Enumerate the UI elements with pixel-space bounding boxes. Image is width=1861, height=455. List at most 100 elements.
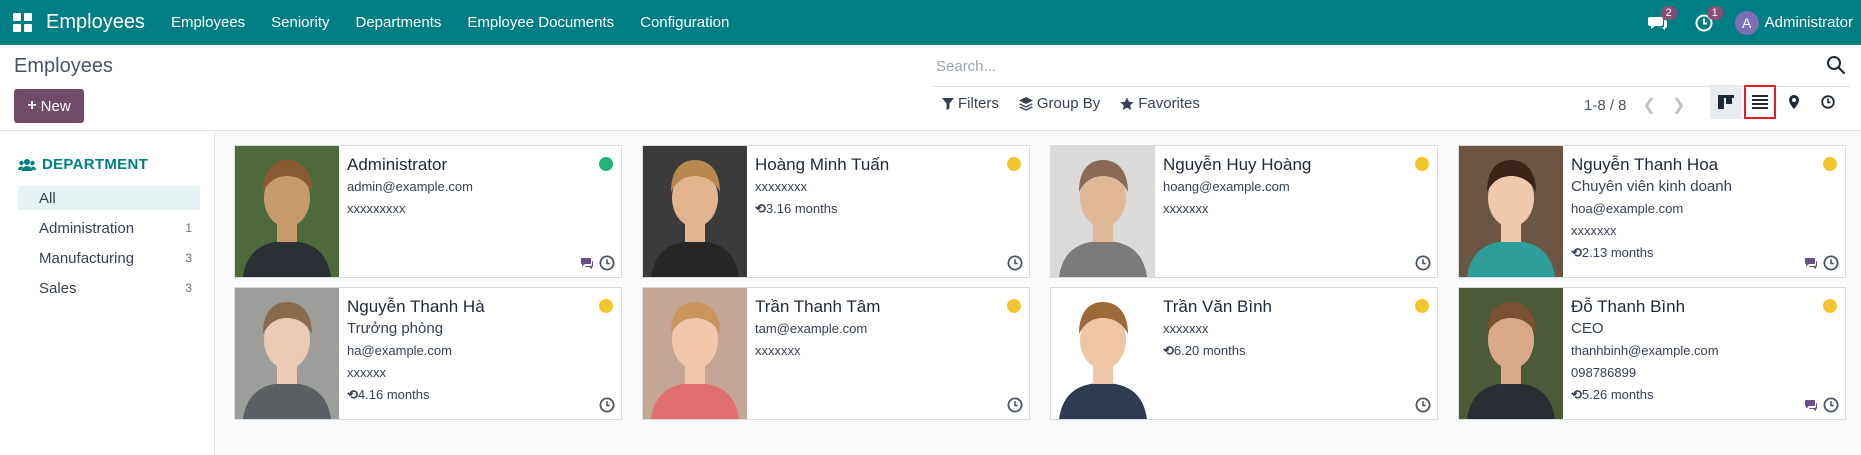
card-footer-icons (1415, 397, 1431, 413)
sidebar-item-count: 1 (185, 221, 192, 235)
nav-departments[interactable]: Departments (356, 14, 442, 31)
activity-clock-icon[interactable] (599, 255, 615, 271)
presence-status-dot (599, 299, 613, 313)
employee-email: hoang@example.com (1163, 179, 1290, 194)
employee-card[interactable]: Administrator admin@example.com xxxxxxxxx (234, 145, 622, 278)
employee-info: Trần Văn Bình xxxxxxx ⟲6.20 months (1163, 296, 1429, 362)
group-by-label: Group By (1036, 95, 1101, 112)
employee-name[interactable]: Đỗ Thanh Bình (1571, 296, 1837, 318)
user-menu[interactable]: Administrator (1765, 14, 1853, 31)
kanban-icon (1718, 95, 1734, 109)
activity-clock-icon[interactable] (1415, 397, 1431, 413)
employee-card[interactable]: Nguyễn Huy Hoàng hoang@example.com xxxxxxx (1050, 145, 1438, 278)
presence-status-dot (1007, 299, 1021, 313)
card-footer-icons (1007, 255, 1023, 271)
employee-name[interactable]: Hoàng Minh Tuấn (755, 154, 1021, 176)
users-icon (18, 158, 36, 171)
employee-card[interactable]: Nguyễn Thanh Hà Trưởng phòng ha@example.co… (234, 287, 622, 420)
messages-button[interactable]: 2 (1635, 0, 1681, 45)
chat-icon[interactable] (1804, 257, 1819, 270)
employee-email: hoa@example.com (1571, 201, 1684, 216)
avatar[interactable]: A (1734, 10, 1759, 35)
seniority-value: 6.20 months (1173, 343, 1246, 358)
employee-name[interactable]: Nguyễn Huy Hoàng (1163, 154, 1429, 176)
activity-clock-icon[interactable] (1007, 397, 1023, 413)
activity-clock-icon[interactable] (1007, 255, 1023, 271)
employee-photo (1051, 146, 1155, 277)
employee-email: tam@example.com (755, 321, 868, 336)
activities-button[interactable]: 1 (1681, 0, 1727, 45)
app-name[interactable]: Employees (46, 11, 145, 34)
favorites-label: Favorites (1138, 95, 1200, 112)
history-icon: ⟲ (1571, 387, 1582, 402)
sidebar-item-administration[interactable]: Administration 1 (18, 216, 200, 240)
new-button[interactable]: + New (14, 89, 84, 123)
employee-job-title: CEO (1571, 320, 1604, 337)
presence-status-dot (1007, 157, 1021, 171)
nav-configuration[interactable]: Configuration (640, 14, 729, 31)
group-by-dropdown[interactable]: Group By (1018, 95, 1101, 112)
employee-job-title: Chuyên viên kinh doanh (1571, 178, 1732, 195)
chevron-left-icon[interactable]: ❮ (1643, 95, 1656, 115)
activity-clock-icon[interactable] (1823, 255, 1839, 271)
activities-badge: 1 (1706, 6, 1723, 20)
employee-card[interactable]: Nguyễn Thanh Hoa Chuyên viên kinh doanh ho… (1458, 145, 1846, 278)
seniority-value: 3.16 months (765, 201, 838, 216)
employee-name[interactable]: Trần Thanh Tâm (755, 296, 1021, 318)
sidebar-item-label: Sales (39, 279, 77, 297)
presence-status-dot (1415, 299, 1429, 313)
favorites-dropdown[interactable]: Favorites (1120, 95, 1200, 112)
employee-card[interactable]: Trần Văn Bình xxxxxxx ⟲6.20 months (1050, 287, 1438, 420)
employee-phone: xxxxxxx (1571, 223, 1617, 238)
employee-phone: xxxxxxx (755, 343, 801, 358)
employee-photo (1459, 146, 1563, 277)
list-icon (1752, 95, 1768, 109)
nav-employee-documents[interactable]: Employee Documents (467, 14, 614, 31)
seniority-value: 2.13 months (1581, 245, 1654, 260)
sidebar-item-manufacturing[interactable]: Manufacturing 3 (18, 246, 200, 270)
employee-name[interactable]: Nguyễn Thanh Hà (347, 296, 613, 318)
chevron-right-icon[interactable]: ❯ (1672, 95, 1685, 115)
employee-phone: xxxxxx (347, 365, 386, 380)
activity-view-button[interactable] (1812, 85, 1844, 119)
employee-card[interactable]: Đỗ Thanh Bình CEO thanhbinh@example.com 098… (1458, 287, 1846, 420)
filters-dropdown[interactable]: Filters (942, 95, 999, 112)
apps-menu-icon[interactable] (0, 0, 45, 45)
employee-name[interactable]: Administrator (347, 154, 613, 176)
chat-icon[interactable] (580, 257, 595, 270)
employee-seniority: ⟲5.26 months (1571, 384, 1837, 406)
history-icon: ⟲ (347, 387, 358, 402)
pager-value[interactable]: 1-8 / 8 (1584, 97, 1627, 114)
card-footer-icons (580, 255, 615, 271)
activity-clock-icon[interactable] (599, 397, 615, 413)
employee-phone: xxxxxxx (1163, 201, 1209, 216)
card-footer-icons (1804, 255, 1839, 271)
map-view-button[interactable] (1778, 85, 1810, 119)
employee-phone: xxxxxxx (1163, 321, 1209, 336)
activity-clock-icon[interactable] (1823, 397, 1839, 413)
search-icon[interactable] (1826, 55, 1846, 75)
list-view-button[interactable] (1744, 85, 1776, 119)
sidebar-item-sales[interactable]: Sales 3 (18, 276, 200, 300)
sidebar-item-all[interactable]: All (18, 186, 200, 210)
search-input[interactable] (936, 55, 1796, 77)
employee-card[interactable]: Trần Thanh Tâm tam@example.com xxxxxxx (642, 287, 1030, 420)
activity-clock-icon[interactable] (1415, 255, 1431, 271)
employee-seniority: ⟲3.16 months (755, 198, 1021, 220)
employee-name[interactable]: Nguyễn Thanh Hoa (1571, 154, 1837, 176)
kanban-view-button[interactable] (1710, 85, 1742, 119)
nav-employees[interactable]: Employees (171, 14, 245, 31)
employee-seniority: ⟲4.16 months (347, 384, 613, 406)
pager: 1-8 / 8 ❮ ❯ (1584, 95, 1685, 115)
card-footer-icons (599, 397, 615, 413)
department-sidebar: DEPARTMENT All Administration 1 Manufact… (0, 132, 215, 455)
presence-status-dot (599, 157, 613, 171)
employee-card[interactable]: Hoàng Minh Tuấn xxxxxxxx ⟲3.16 months (642, 145, 1030, 278)
funnel-icon (942, 97, 954, 110)
chat-icon[interactable] (1804, 399, 1819, 412)
control-panel: Employees + New Filters Group By Favorit… (0, 45, 1861, 131)
employee-job-title: Trưởng phòng (347, 320, 444, 337)
sidebar-header-label: DEPARTMENT (42, 156, 149, 173)
employee-name[interactable]: Trần Văn Bình (1163, 296, 1429, 318)
nav-seniority[interactable]: Seniority (271, 14, 329, 31)
